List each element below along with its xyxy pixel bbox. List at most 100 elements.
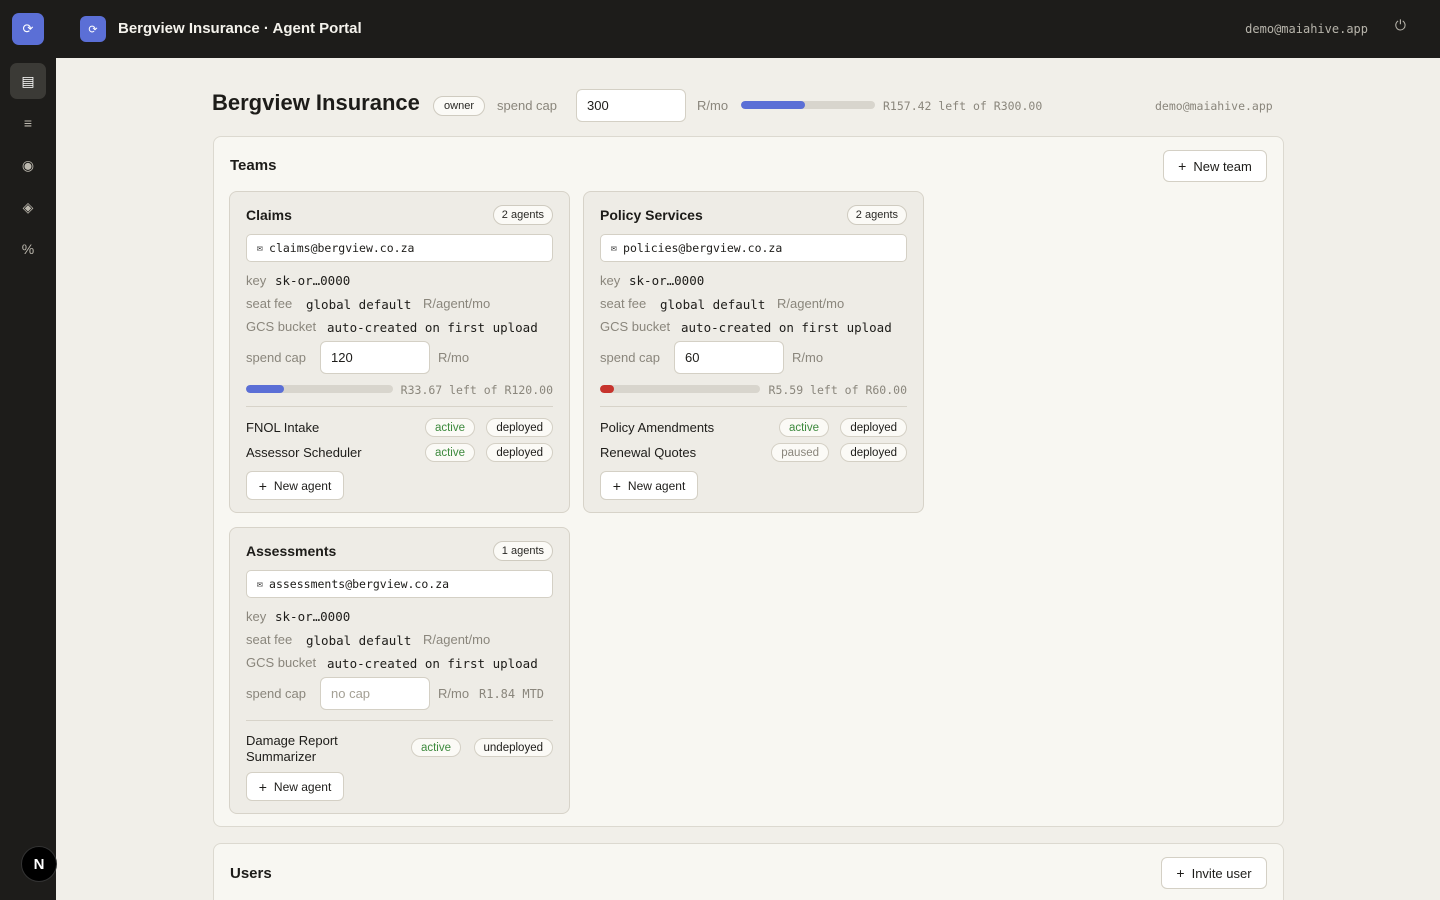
team-usage-bar (600, 385, 760, 393)
team-name: Claims (246, 207, 292, 223)
mail-icon: ✉ (257, 242, 264, 254)
app-logo-icon: ⟳ (80, 16, 106, 42)
sidebar-item-diamond-icon[interactable]: ◈ (10, 189, 46, 225)
gcs-bucket-value: auto-created on first upload (327, 656, 538, 671)
team-email: claims@bergview.co.za (269, 241, 415, 255)
sidebar-item-teams-icon[interactable]: ▤ (10, 63, 46, 99)
key-label: key (246, 273, 267, 288)
new-team-button[interactable]: + New team (1163, 150, 1267, 182)
agents-count-badge: 2 agents (492, 205, 553, 225)
agent-status-badge[interactable]: active (424, 443, 475, 462)
sidebar-item-radio-icon[interactable]: ◉ (10, 147, 46, 183)
agent-name: Damage Report Summarizer (246, 733, 338, 764)
team-card-policy-services: Policy Services 2 agents ✉ policies@berg… (583, 191, 924, 513)
sidebar-item-list-icon[interactable]: ≡ (10, 105, 46, 141)
new-agent-button[interactable]: + New agent (246, 471, 344, 500)
user-email: demo@maiahive.app (1245, 22, 1368, 36)
divider (600, 406, 907, 407)
team-name: Assessments (246, 543, 337, 559)
spend-cap-unit: R/mo (438, 686, 470, 701)
team-email: assessments@bergview.co.za (269, 577, 450, 591)
seat-fee-label: seat fee (600, 296, 647, 311)
agent-name: FNOL Intake (246, 420, 320, 435)
logout-power-icon[interactable]: ⏻ (1395, 17, 1406, 34)
new-agent-button[interactable]: + New agent (246, 772, 344, 801)
agents-count-badge: 2 agents (846, 205, 907, 225)
agent-name: Policy Amendments (600, 420, 715, 435)
agent-status-badge[interactable]: paused (771, 443, 829, 462)
plus-icon: + (612, 477, 621, 494)
agent-name: Renewal Quotes (600, 445, 697, 460)
avatar[interactable]: N (21, 846, 57, 882)
agent-deploy-badge[interactable]: undeployed (473, 738, 553, 757)
role-badge: owner (433, 96, 485, 116)
app-title: Bergview Insurance · Agent Portal (118, 20, 362, 37)
new-agent-label: New agent (273, 478, 332, 493)
invite-user-button[interactable]: + Invite user (1161, 857, 1267, 889)
spend-cap-unit: R/mo (792, 350, 824, 365)
mail-icon: ✉ (257, 578, 264, 590)
spend-cap-label: spend cap (600, 350, 660, 365)
agent-deploy-badge[interactable]: deployed (840, 418, 907, 437)
new-agent-label: New agent (273, 779, 332, 794)
invite-user-label: Invite user (1191, 865, 1252, 881)
org-remaining-text: R157.42 left of R300.00 (883, 99, 1043, 113)
seat-fee-value: global default (660, 297, 766, 312)
app-switcher-logo-icon[interactable]: ⟳ (12, 13, 44, 45)
agents-count-badge: 1 agents (492, 541, 553, 561)
sidebar: ▤ ≡ ◉ ◈ % (0, 58, 56, 900)
key-value: sk-or…0000 (629, 273, 705, 288)
gcs-bucket-label: GCS bucket (600, 319, 671, 334)
org-email: demo@maiahive.app (1155, 99, 1273, 113)
seat-fee-value: global default (306, 297, 412, 312)
gcs-bucket-label: GCS bucket (246, 655, 317, 670)
agent-deploy-badge[interactable]: deployed (486, 418, 553, 437)
team-email-field[interactable]: ✉ assessments@bergview.co.za (246, 570, 553, 598)
org-usage-bar (741, 101, 875, 109)
gcs-bucket-value: auto-created on first upload (681, 320, 892, 335)
org-spend-cap-unit: R/mo (697, 98, 729, 113)
sidebar-item-percent-icon[interactable]: % (10, 231, 46, 267)
agent-status-badge[interactable]: active (410, 738, 461, 757)
team-email-field[interactable]: ✉ policies@bergview.co.za (600, 234, 907, 262)
team-card-assessments: Assessments 1 agents ✉ assessments@bergv… (229, 527, 570, 814)
team-spend-cap-input[interactable]: no cap (320, 677, 430, 710)
seat-fee-label: seat fee (246, 296, 293, 311)
org-spend-cap-label: spend cap (497, 98, 557, 113)
team-spend-cap-input[interactable]: 60 (674, 341, 784, 374)
seat-fee-value: global default (306, 633, 412, 648)
spend-cap-label: spend cap (246, 350, 306, 365)
key-value: sk-or…0000 (275, 609, 351, 624)
seat-fee-unit: R/agent/mo (423, 296, 491, 311)
key-value: sk-or…0000 (275, 273, 351, 288)
seat-fee-unit: R/agent/mo (423, 632, 491, 647)
agent-deploy-badge[interactable]: deployed (840, 443, 907, 462)
mtd-spend-text: R1.84 MTD (479, 687, 545, 701)
top-bar: ⟳ ⟳ Bergview Insurance · Agent Portal de… (0, 0, 1440, 58)
agent-deploy-badge[interactable]: deployed (486, 443, 553, 462)
new-agent-button[interactable]: + New agent (600, 471, 698, 500)
seat-fee-label: seat fee (246, 632, 293, 647)
team-spend-cap-input[interactable]: 120 (320, 341, 430, 374)
team-usage-fill (600, 385, 615, 393)
team-usage-fill (246, 385, 285, 393)
team-email-field[interactable]: ✉ claims@bergview.co.za (246, 234, 553, 262)
plus-icon: + (1176, 865, 1185, 881)
teams-panel-title: Teams (230, 157, 277, 174)
plus-icon: + (258, 778, 267, 795)
agent-status-badge[interactable]: active (424, 418, 475, 437)
org-spend-cap-input[interactable]: 300 (576, 89, 686, 122)
users-panel-title: Users (230, 865, 272, 882)
agent-status-badge[interactable]: active (778, 418, 829, 437)
divider (246, 720, 553, 721)
team-name: Policy Services (600, 207, 703, 223)
new-agent-label: New agent (627, 478, 686, 493)
team-email: policies@bergview.co.za (623, 241, 783, 255)
page-title: Bergview Insurance (212, 90, 420, 115)
spend-cap-unit: R/mo (438, 350, 470, 365)
team-usage-bar (246, 385, 393, 393)
team-remaining-text: R33.67 left of R120.00 (400, 383, 553, 397)
key-label: key (246, 609, 267, 624)
mail-icon: ✉ (611, 242, 618, 254)
plus-icon: + (258, 477, 267, 494)
